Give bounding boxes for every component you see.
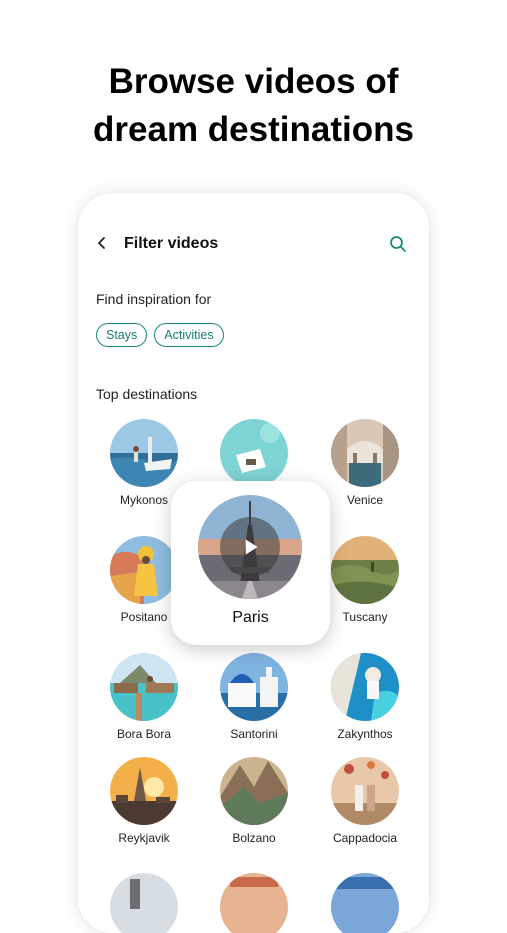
destination-label: Zakynthos [337,727,393,741]
destination-image [331,419,399,487]
play-icon [220,517,280,577]
destination-label: Bora Bora [116,727,172,741]
destination-image [331,536,399,604]
destination-bolzano[interactable]: Bolzano [204,757,304,845]
destination-cappadocia[interactable]: Cappadocia [315,757,415,845]
destination-bora-bora[interactable]: Bora Bora [94,653,194,741]
destination-image [110,653,178,721]
destination-partial-3[interactable] [315,873,415,933]
destination-image [110,873,178,933]
destination-label: Tuscany [342,610,388,624]
featured-destination-card[interactable]: Paris [171,481,330,645]
destination-image [220,873,288,933]
destination-image [110,419,178,487]
destination-label: Venice [346,493,384,507]
destination-santorini[interactable]: Santorini [204,653,304,741]
destination-venice[interactable]: Venice [315,419,415,507]
destination-label: Santorini [230,727,278,741]
inspiration-chips: Stays Activities [96,323,224,347]
destination-reykjavik[interactable]: Reykjavik [94,757,194,845]
destination-image [331,757,399,825]
page-title: Filter videos [124,235,219,252]
destination-image [220,757,288,825]
chevron-left-icon[interactable] [92,233,112,253]
destination-image [331,653,399,721]
play-button[interactable] [198,495,302,599]
top-bar: Filter videos [78,221,429,269]
destination-image [110,536,178,604]
search-icon[interactable] [387,233,409,255]
headline: Browse videos of dream destinations [0,58,507,154]
inspiration-label: Find inspiration for [96,291,212,307]
destination-image [331,873,399,933]
destination-partial-1[interactable] [94,873,194,933]
chip-stays[interactable]: Stays [96,323,148,347]
headline-line-2: dream destinations [93,110,414,149]
destination-label: Reykjavik [118,831,170,845]
destination-image [110,757,178,825]
destination-image [220,653,288,721]
destination-zakynthos[interactable]: Zakynthos [315,653,415,741]
chip-activities[interactable]: Activities [154,323,224,347]
destination-label: Cappadocia [332,831,398,845]
destination-image [220,419,288,487]
headline-line-1: Browse videos of [108,62,399,101]
destination-tuscany[interactable]: Tuscany [315,536,415,624]
destination-label: Bolzano [232,831,276,845]
featured-destination-label: Paris [232,609,269,626]
top-destinations-label: Top destinations [96,386,198,402]
destination-partial-2[interactable] [204,873,304,933]
